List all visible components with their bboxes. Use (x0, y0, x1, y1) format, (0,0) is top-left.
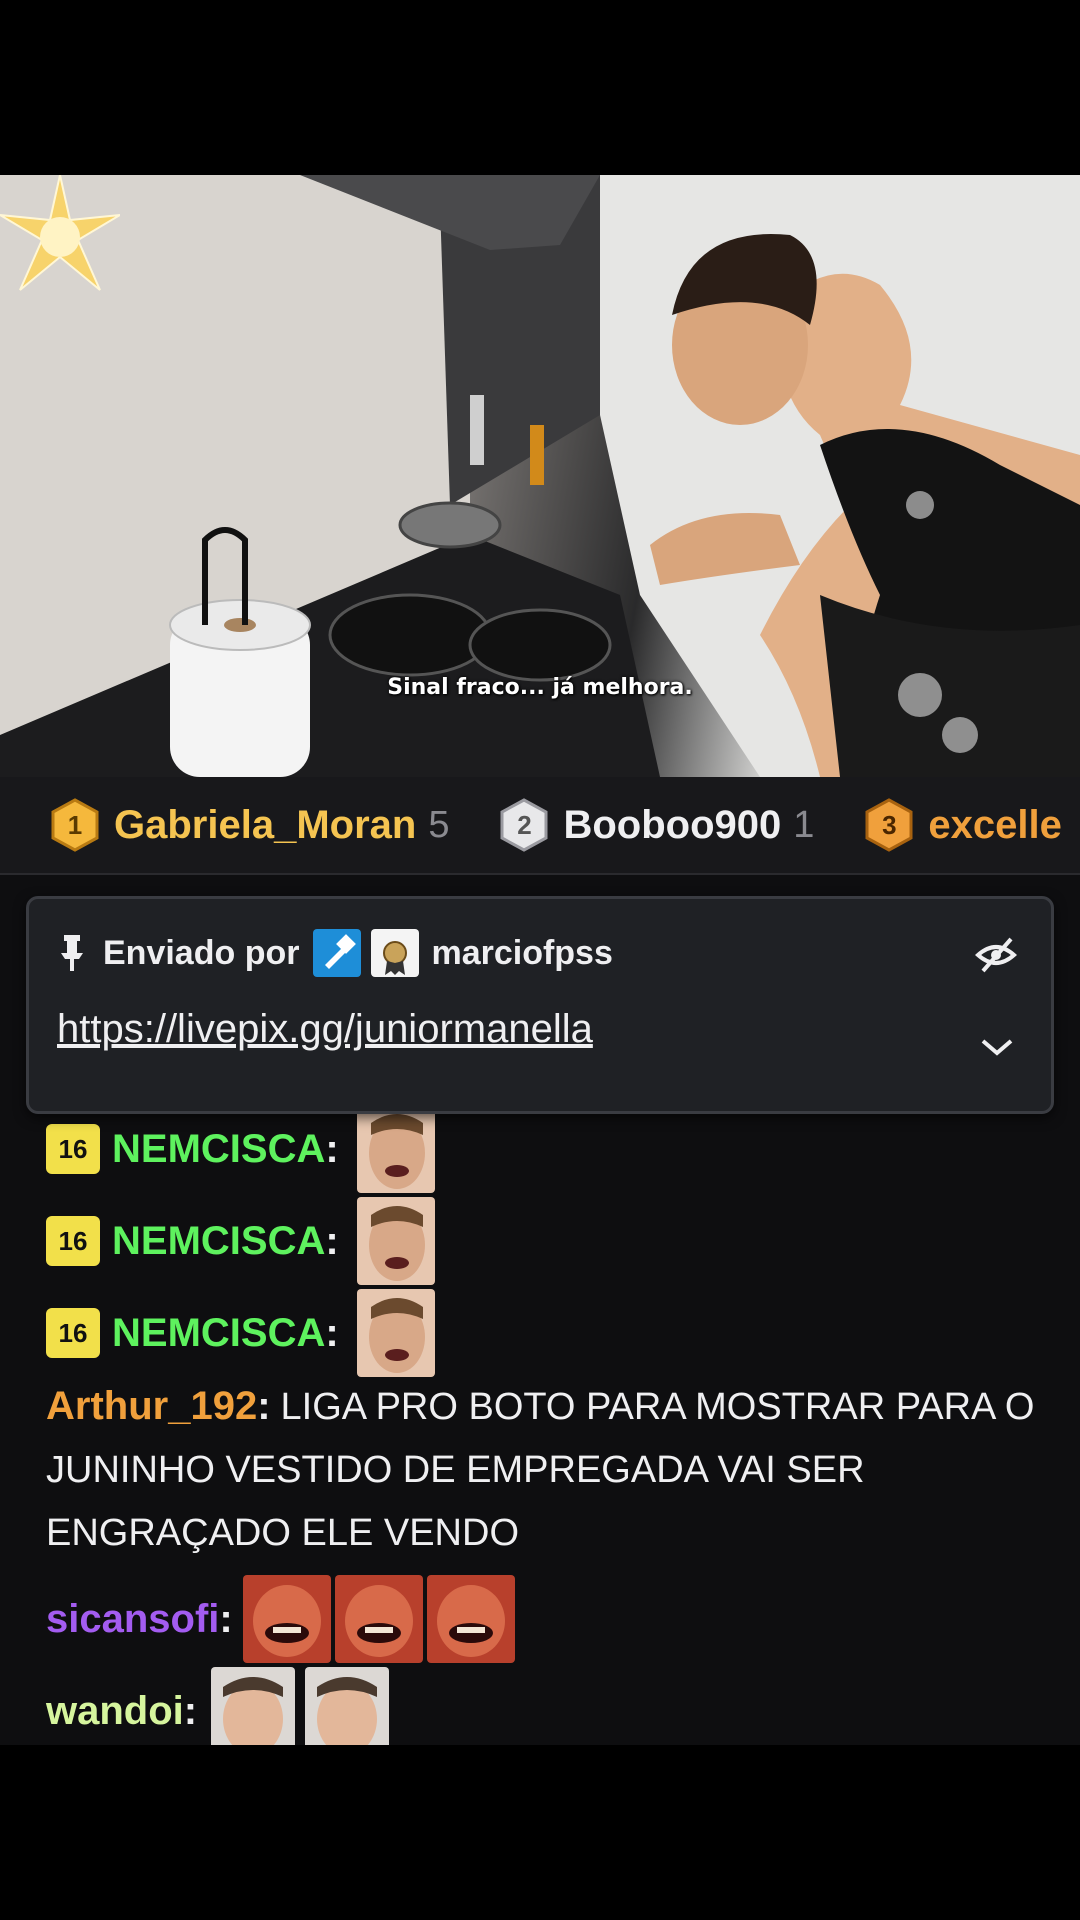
chat-username[interactable]: Arthur_192 (46, 1384, 257, 1428)
top-letterbox (0, 0, 1080, 175)
leaderboard-score: 5 (428, 803, 450, 846)
rank-silver-icon: 2 (499, 798, 549, 852)
watermark-star-icon (0, 175, 120, 291)
subscriber-badge: 16 (46, 1308, 100, 1358)
man-face-emote (211, 1667, 296, 1745)
leaderboard-name: excelle (928, 802, 1062, 847)
pinned-message-card[interactable]: Enviado por marciofpss https://livepix.g… (26, 896, 1054, 1114)
bottom-letterbox (0, 1745, 1080, 1920)
grinning-man-emote (426, 1575, 515, 1663)
laughing-face-emote (356, 1197, 435, 1285)
pinned-by-label: Enviado por (103, 933, 300, 972)
chat-message: wandoi : (46, 1667, 403, 1745)
grinning-man-emote (334, 1575, 423, 1663)
chevron-down-icon[interactable] (979, 1035, 1015, 1059)
laughing-face-emote (356, 1289, 435, 1377)
gift-leaderboard: 1 Gabriela_Moran 5 2 Booboo900 1 3 excel… (0, 777, 1080, 875)
subscriber-badge: 16 (46, 1124, 100, 1174)
leaderboard-name: Booboo900 (563, 802, 782, 847)
chat-username[interactable]: NEMCISCA (112, 1219, 325, 1264)
video-caption: Sinal fraco... já melhora. (387, 675, 693, 700)
chat-username[interactable]: NEMCISCA (112, 1127, 325, 1172)
leaderboard-entry-2[interactable]: 2 Booboo900 1 (499, 798, 814, 852)
leaderboard-score: 1 (793, 803, 815, 846)
leaderboard-entry-3[interactable]: 3 excelle (864, 798, 1073, 852)
pin-icon (61, 935, 83, 971)
leaderboard-entry-1[interactable]: 1 Gabriela_Moran 5 (50, 798, 449, 852)
chat-username[interactable]: wandoi (46, 1689, 184, 1734)
chat-message: 16 NEMCISCA : (46, 1289, 449, 1377)
leaderboard-name: Gabriela_Moran (114, 802, 417, 847)
moderator-badge-icon (313, 929, 362, 977)
man-face-emote (305, 1667, 390, 1745)
pinned-link[interactable]: https://livepix.gg/juniormanella (57, 1007, 593, 1052)
pinned-header: Enviado por marciofpss (57, 929, 613, 977)
hide-eye-icon[interactable] (975, 935, 1017, 975)
grinning-man-emote (242, 1575, 331, 1663)
rank-gold-icon: 1 (50, 798, 100, 852)
rank-bronze-icon: 3 (864, 798, 914, 852)
video-player[interactable]: Sinal fraco... já melhora. (0, 175, 1080, 777)
laughing-face-emote (356, 1105, 435, 1193)
chat-message: 16 NEMCISCA : (46, 1105, 449, 1193)
chat-message: sicansofi : (46, 1575, 529, 1663)
subscriber-badge: 16 (46, 1216, 100, 1266)
chat-message: 16 NEMCISCA : (46, 1197, 449, 1285)
pinned-username[interactable]: marciofpss (431, 934, 612, 973)
chat-username[interactable]: NEMCISCA (112, 1311, 325, 1356)
subscriber-months-badge-icon (371, 929, 420, 977)
chat-message-text: Arthur_192: LIGA PRO BOTO PARA MOSTRAR PA… (46, 1384, 1035, 1554)
chat-username[interactable]: sicansofi (46, 1597, 219, 1642)
